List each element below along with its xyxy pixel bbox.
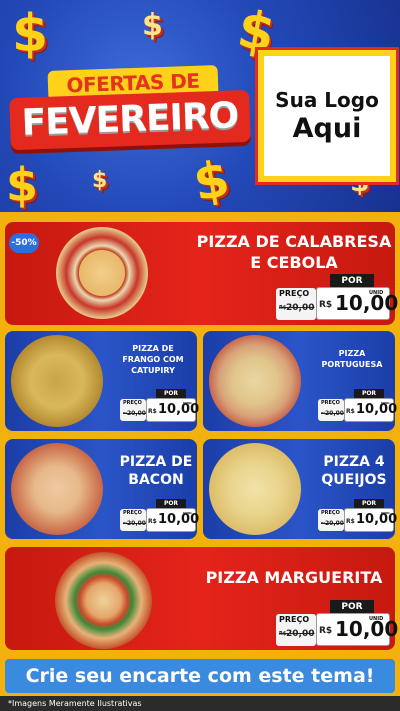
price-tag: POR PREÇO R$ 20,00 R$ 10,00 UNID xyxy=(276,600,398,646)
dollar-icon: $ xyxy=(92,168,108,193)
price-label: PREÇO xyxy=(279,615,310,624)
new-price-value: 10,00 xyxy=(335,291,399,315)
product-name-line: BACON xyxy=(128,472,184,488)
new-price-value: 10,00 xyxy=(356,402,398,417)
logo-placeholder: Sua Logo Aqui xyxy=(258,50,396,182)
product-name: PIZZA DE CALABRESA E CEBOLA xyxy=(196,231,392,273)
campaign-title: OFERTAS DE FEVEREIRO xyxy=(9,65,251,156)
currency-label: R$ xyxy=(148,518,157,525)
dollar-icon: $ xyxy=(142,8,163,43)
old-price-value: 20,00 xyxy=(325,410,344,417)
price-label: PREÇO xyxy=(123,510,142,516)
currency-label: R$ xyxy=(346,408,355,415)
price-label: PREÇO xyxy=(321,510,340,516)
price-tag: POR PREÇO R$ 20,00 R$ 10,00 UNID xyxy=(120,499,200,533)
pizza-image xyxy=(209,443,301,535)
old-price: PREÇO R$ 20,00 xyxy=(120,509,146,531)
new-price-value: 10,00 xyxy=(356,512,398,527)
old-price: PREÇO R$ 20,00 xyxy=(318,399,344,421)
old-price: PREÇO R$ 20,00 xyxy=(276,288,316,320)
price-tag: POR PREÇO R$ 20,00 R$ 10,00 UNID xyxy=(120,389,200,423)
unit-label: UNID xyxy=(369,290,384,296)
old-price-value: 20,00 xyxy=(127,520,146,527)
title-main-text: FEVEREIRO xyxy=(20,95,239,144)
pizza-image xyxy=(11,443,103,535)
por-label: POR xyxy=(330,274,374,288)
currency-label: R$ xyxy=(319,626,333,636)
unit-label: UNID xyxy=(369,616,384,622)
price-label: PREÇO xyxy=(123,400,142,406)
product-name-line: PIZZA MARGUERITA xyxy=(205,568,383,587)
disclaimer-footer: *Imagens Meramente Ilustrativas xyxy=(0,696,400,711)
old-price-value: 20,00 xyxy=(286,629,315,639)
currency-label: R$ xyxy=(148,408,157,415)
product-name-line: PIZZA xyxy=(338,349,366,358)
dollar-icon: $ xyxy=(12,4,49,64)
old-price: PREÇO R$ 20,00 xyxy=(276,614,316,646)
unit-label: UNID xyxy=(183,401,192,405)
por-label: POR xyxy=(330,600,374,614)
old-price: PREÇO R$ 20,00 xyxy=(318,509,344,531)
new-price: R$ 10,00 UNID xyxy=(146,398,200,422)
new-price: R$ 10,00 UNID xyxy=(146,508,200,532)
logo-text-line2: Aqui xyxy=(292,113,362,144)
price-tag: POR PREÇO R$ 20,00 R$ 10,00 UNID xyxy=(318,499,398,533)
product-name: PIZZA PORTUGUESA xyxy=(312,348,392,370)
dollar-icon: $ xyxy=(6,158,39,212)
price-label: PREÇO xyxy=(279,289,310,298)
logo-text-line1: Sua Logo xyxy=(275,88,379,112)
product-name-line: FRANGO COM xyxy=(122,355,184,364)
old-price: PREÇO R$ 20,00 xyxy=(120,399,146,421)
product-name: PIZZA MARGUERITA xyxy=(196,567,392,588)
price-tag: POR PREÇO R$ 20,00 R$ 10,00 UNID xyxy=(276,274,398,320)
dollar-icon: $ xyxy=(189,149,234,213)
product-name-line: CATUPIRY xyxy=(131,366,175,375)
new-price-value: 10,00 xyxy=(158,512,200,527)
discount-badge: -50% xyxy=(9,233,39,253)
product-name-line: PIZZA 4 xyxy=(323,454,385,470)
currency-label: R$ xyxy=(319,300,333,310)
new-price-value: 10,00 xyxy=(158,402,200,417)
unit-label: UNID xyxy=(183,511,192,515)
pizza-image xyxy=(55,552,152,649)
product-name: PIZZA DE BACON xyxy=(116,453,196,489)
old-price-value: 20,00 xyxy=(127,410,146,417)
new-price: R$ 10,00 UNID xyxy=(316,287,398,320)
unit-label: UNID xyxy=(381,401,390,405)
create-flyer-button[interactable]: Crie seu encarte com este tema! xyxy=(5,659,395,693)
unit-label: UNID xyxy=(381,511,390,515)
old-price-value: 20,00 xyxy=(325,520,344,527)
new-price-value: 10,00 xyxy=(335,617,399,641)
product-name-line: QUEIJOS xyxy=(321,472,387,488)
product-name: PIZZA DE FRANGO COM CATUPIRY xyxy=(112,343,194,376)
title-main-ribbon: FEVEREIRO xyxy=(9,89,251,151)
pizza-image xyxy=(11,335,103,427)
product-name-line: E CEBOLA xyxy=(250,253,338,272)
product-name-line: PIZZA DE xyxy=(119,454,193,470)
pizza-image xyxy=(56,227,148,319)
product-name-line: PIZZA DE CALABRESA xyxy=(196,232,392,251)
product-name-line: PIZZA DE xyxy=(132,344,174,353)
product-name: PIZZA 4 QUEIJOS xyxy=(314,453,394,489)
currency-label: R$ xyxy=(346,518,355,525)
price-tag: POR PREÇO R$ 20,00 R$ 10,00 UNID xyxy=(318,389,398,423)
new-price: R$ 10,00 UNID xyxy=(344,398,398,422)
product-name-line: PORTUGUESA xyxy=(321,360,383,369)
price-label: PREÇO xyxy=(321,400,340,406)
new-price: R$ 10,00 UNID xyxy=(316,613,398,646)
header-banner: $ $ $ $ $ $ $ OFERTAS DE FEVEREIRO Sua L… xyxy=(0,0,400,215)
pizza-image xyxy=(209,335,301,427)
old-price-value: 20,00 xyxy=(286,303,315,313)
new-price: R$ 10,00 UNID xyxy=(344,508,398,532)
